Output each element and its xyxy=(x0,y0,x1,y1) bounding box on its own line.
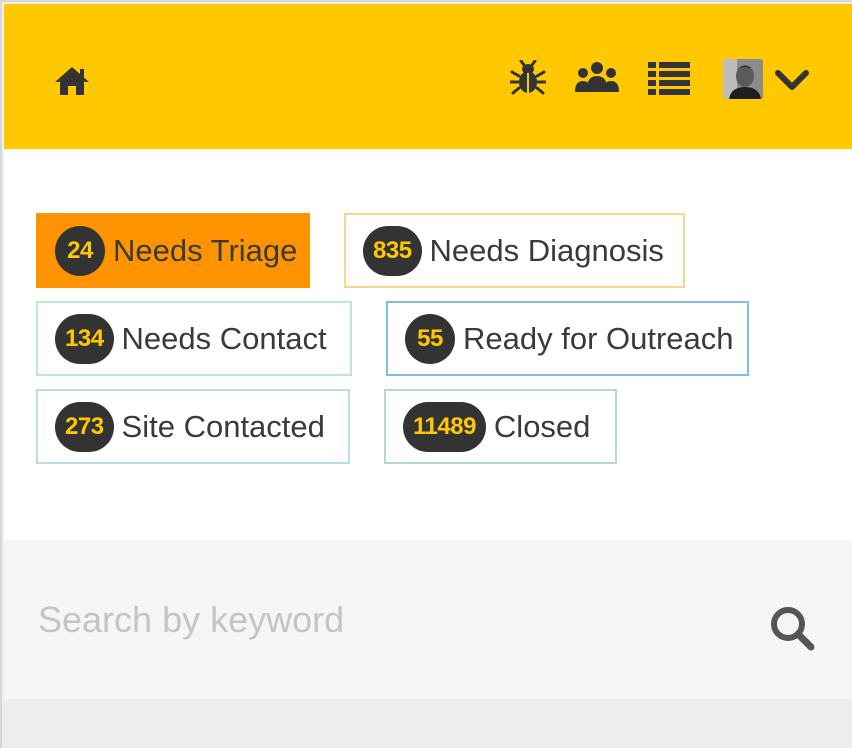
filter-label: Needs Contact xyxy=(121,320,327,356)
filter-needs-contact[interactable]: 134 Needs Contact xyxy=(36,301,352,376)
footer-strip xyxy=(4,699,852,748)
issue-filter-panel: 24 Needs Triage 835 Needs Diagnosis 134 … xyxy=(4,149,852,540)
search-input[interactable] xyxy=(38,590,718,650)
filter-closed[interactable]: 11489 Closed xyxy=(384,389,617,464)
filter-label: Ready for Outreach xyxy=(463,320,734,356)
issue-count-badge: 134 xyxy=(55,313,114,364)
issue-count-badge: 11489 xyxy=(403,401,486,452)
filter-label: Needs Triage xyxy=(113,232,298,268)
team-icon[interactable] xyxy=(574,61,620,95)
filter-label: Site Contacted xyxy=(121,408,325,444)
filter-ready-for-outreach[interactable]: 55 Ready for Outreach xyxy=(386,301,749,376)
app-window: 24 Needs Triage 835 Needs Diagnosis 134 … xyxy=(0,0,852,748)
issue-count-badge: 835 xyxy=(363,225,422,276)
list-icon[interactable] xyxy=(648,61,690,95)
search-bar xyxy=(4,540,852,699)
avatar[interactable] xyxy=(723,59,763,99)
bug-icon[interactable] xyxy=(509,59,547,96)
filter-label: Needs Diagnosis xyxy=(429,232,664,268)
search-icon[interactable] xyxy=(768,604,816,652)
issue-count-badge: 273 xyxy=(55,401,114,452)
filter-site-contacted[interactable]: 273 Site Contacted xyxy=(36,389,350,464)
home-icon[interactable] xyxy=(54,65,90,97)
filter-needs-triage[interactable]: 24 Needs Triage xyxy=(36,213,310,288)
chevron-down-icon[interactable] xyxy=(774,67,810,95)
issue-count-badge: 24 xyxy=(55,225,105,276)
filter-needs-diagnosis[interactable]: 835 Needs Diagnosis xyxy=(344,213,685,288)
filter-label: Closed xyxy=(493,408,591,444)
top-navbar xyxy=(4,4,852,149)
issue-count-badge: 55 xyxy=(405,313,455,364)
